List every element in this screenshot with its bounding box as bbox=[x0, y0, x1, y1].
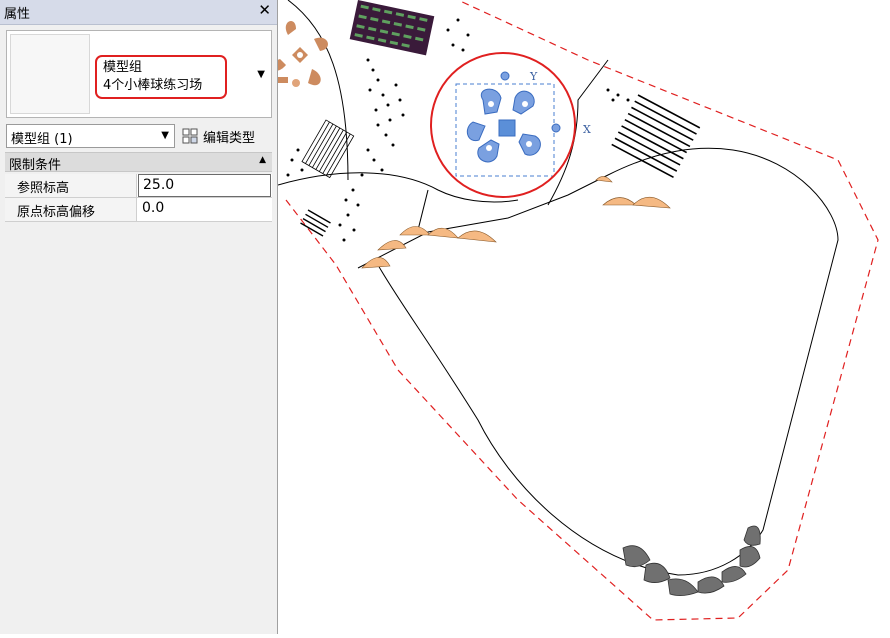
walking-path bbox=[357, 147, 839, 576]
rock-formation bbox=[622, 525, 761, 596]
ballfield-cluster bbox=[272, 21, 328, 86]
collapse-chevron-icon[interactable]: ▲ bbox=[259, 155, 266, 165]
site-plan-drawing: Y X bbox=[272, 0, 879, 621]
chevron-down-icon: ▼ bbox=[161, 130, 169, 141]
properties-panel: 属性 ✕ 模型组 4个小棒球练习场 ▼ 模型组 (1) ▼ 编辑类型 限制条件 … bbox=[0, 0, 278, 634]
parking-grid bbox=[349, 0, 435, 56]
instance-filter-select[interactable]: 模型组 (1) ▼ bbox=[6, 124, 175, 148]
path-branch bbox=[417, 189, 429, 231]
site-boundary bbox=[285, 0, 879, 621]
axis-x-label: X bbox=[583, 123, 591, 136]
edit-type-button[interactable]: 编辑类型 bbox=[182, 125, 255, 147]
sand-mounds bbox=[361, 176, 671, 269]
property-value-input[interactable]: 0.0 bbox=[138, 198, 271, 221]
edit-type-icon bbox=[182, 128, 198, 144]
property-label: 原点标高偏移 bbox=[5, 198, 137, 221]
instance-row: 模型组 (1) ▼ 编辑类型 bbox=[6, 124, 272, 148]
path-branch bbox=[547, 59, 609, 206]
dropdown-arrow-icon[interactable]: ▼ bbox=[257, 69, 265, 80]
edit-type-label: 编辑类型 bbox=[203, 130, 256, 146]
path-branch bbox=[277, 172, 519, 203]
selected-model-group bbox=[455, 71, 561, 177]
type-family-label: 模型组 bbox=[103, 60, 143, 75]
left-hatched-area bbox=[300, 209, 331, 237]
right-hatched-area bbox=[611, 94, 701, 179]
property-label: 参照标高 bbox=[5, 174, 137, 197]
tree-dots bbox=[286, 18, 630, 242]
constraints-section-header[interactable]: 限制条件 ▲ bbox=[5, 152, 272, 173]
axis-y-label: Y bbox=[529, 70, 538, 83]
instance-filter-value: 模型组 (1) bbox=[11, 132, 73, 147]
ballfield-cluster-2 bbox=[278, 77, 300, 87]
close-icon[interactable]: ✕ bbox=[258, 1, 271, 19]
section-title: 限制条件 bbox=[9, 158, 62, 173]
type-name-highlight: 模型组 4个小棒球练习场 bbox=[95, 55, 227, 99]
type-selector[interactable]: 模型组 4个小棒球练习场 ▼ bbox=[6, 30, 272, 118]
panel-title: 属性 bbox=[4, 7, 31, 22]
type-preview-thumbnail bbox=[10, 34, 90, 114]
panel-titlebar: 属性 ✕ bbox=[0, 0, 277, 25]
property-value-input[interactable]: 25.0 bbox=[138, 174, 271, 197]
property-row-origin-offset: 原点标高偏移 0.0 bbox=[5, 198, 272, 222]
drawing-canvas[interactable]: Y X bbox=[272, 0, 890, 634]
property-row-reference-level: 参照标高 25.0 bbox=[5, 174, 272, 198]
type-name-label: 4个小棒球练习场 bbox=[103, 78, 203, 93]
